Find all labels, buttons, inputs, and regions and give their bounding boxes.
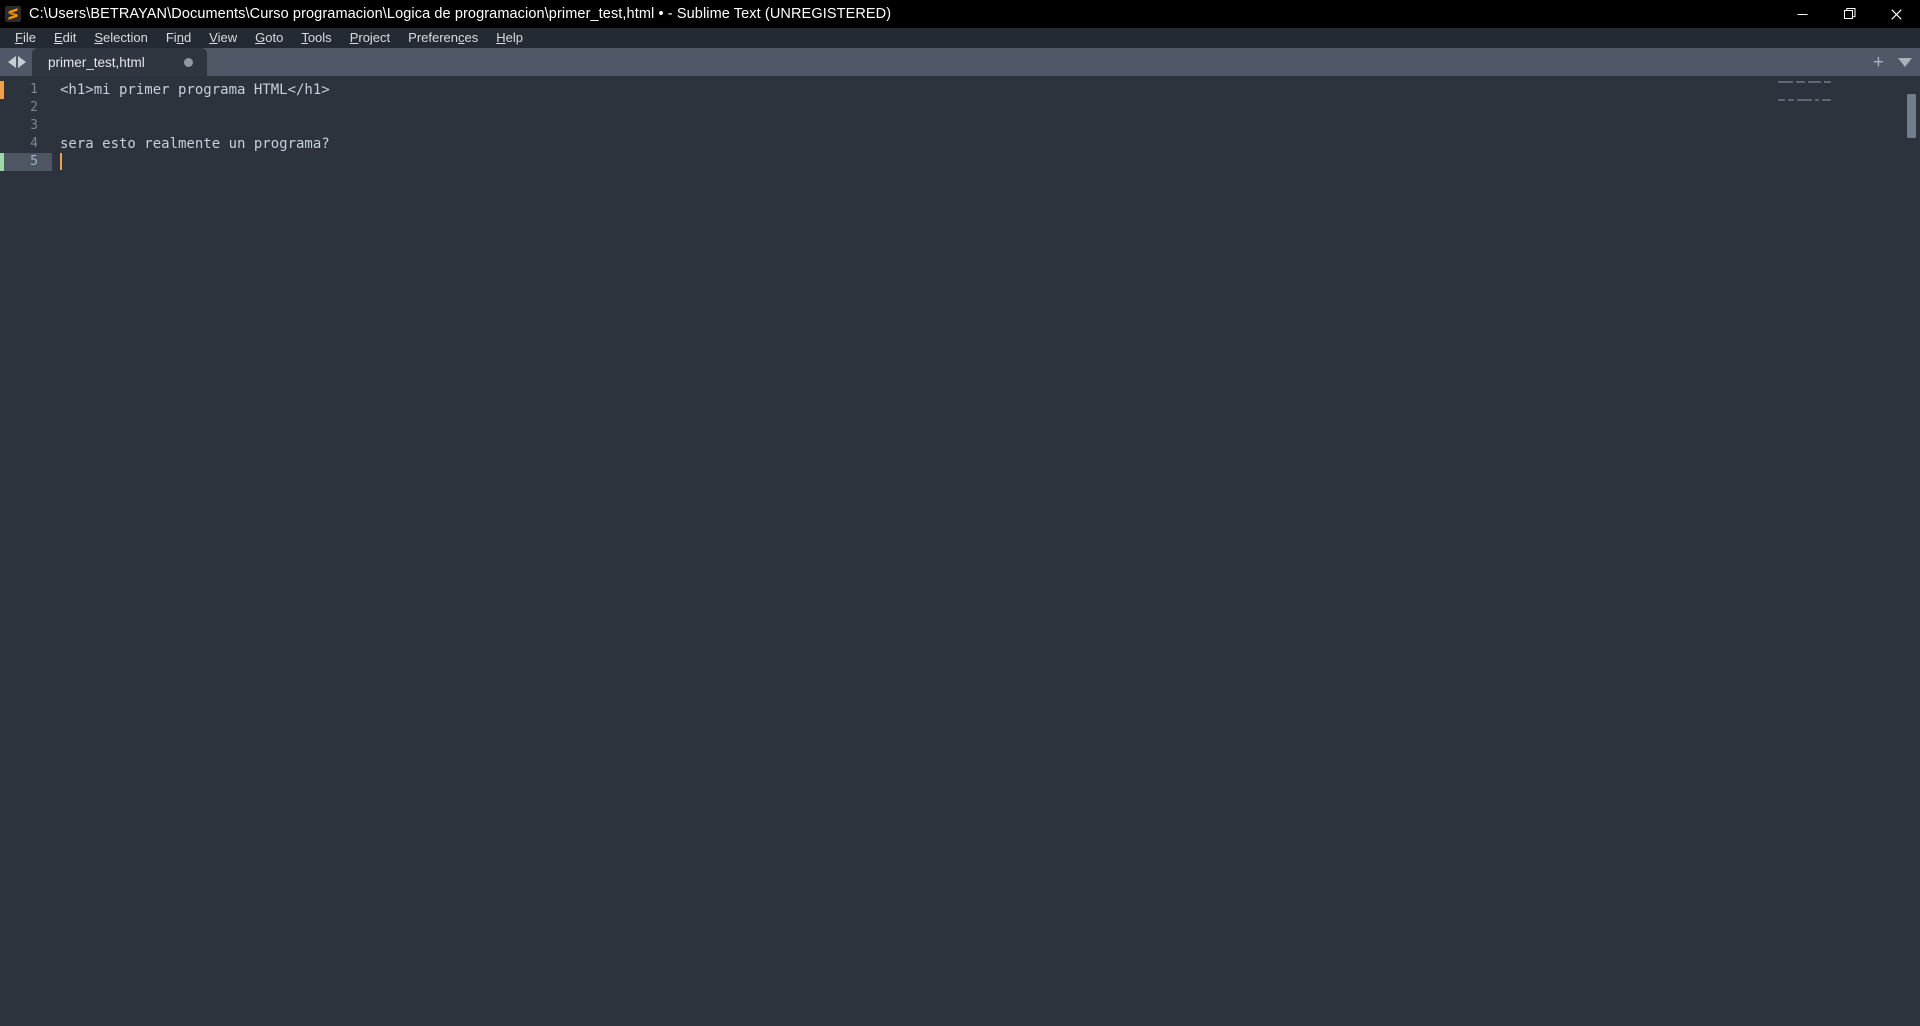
window-title: C:\Users\BETRAYAN\Documents\Curso progra… [29, 6, 892, 22]
code-line-4[interactable]: sera esto realmente un programa? [52, 135, 1770, 153]
menu-item-edit[interactable]: Edit [45, 28, 85, 48]
unsaved-changes-icon[interactable] [184, 57, 193, 67]
arrow-left-icon[interactable] [8, 56, 16, 68]
arrow-right-icon[interactable] [18, 56, 26, 68]
maximize-button[interactable] [1826, 0, 1873, 28]
title-bar: C:\Users\BETRAYAN\Documents\Curso progra… [0, 0, 1920, 28]
minimap-segment [1796, 81, 1805, 83]
minimap-row [1770, 93, 1920, 96]
sublime-text-logo-icon [5, 6, 21, 22]
minimap-segment [1814, 99, 1819, 101]
tab-bar: primer_test,html + [0, 48, 1920, 76]
minimap-segment [1788, 99, 1794, 101]
tab-primer-test-html[interactable]: primer_test,html [32, 48, 207, 76]
minimap-scrollbar[interactable] [1907, 94, 1916, 138]
menu-item-view[interactable]: View [200, 28, 246, 48]
menu-item-preferences[interactable]: Preferences [399, 28, 487, 48]
close-icon [1891, 8, 1902, 20]
line-change-marker [0, 81, 4, 99]
tab-bar-actions: + [1873, 48, 1912, 76]
code-text-area[interactable]: <h1>mi primer programa HTML</h1> sera est… [52, 76, 1770, 1026]
minimize-button[interactable] [1779, 0, 1826, 28]
code-line-5[interactable] [52, 153, 1770, 171]
line-number-1[interactable]: 1 [0, 81, 52, 99]
minimap-segment [1822, 99, 1831, 101]
minimap[interactable] [1770, 76, 1920, 1026]
minimap-segment [1824, 81, 1831, 83]
line-number-2[interactable]: 2 [0, 99, 52, 117]
minimap-segment [1797, 99, 1812, 101]
minimap-segment [1778, 81, 1793, 83]
minimize-icon [1797, 13, 1808, 15]
code-line-3[interactable] [52, 117, 1770, 135]
line-change-marker [0, 153, 4, 171]
minimap-row [1770, 105, 1920, 108]
minimap-row [1770, 99, 1920, 102]
editor-pane: 12345 <h1>mi primer programa HTML</h1> se… [0, 76, 1920, 1026]
menu-item-project[interactable]: Project [341, 28, 399, 48]
line-number-3[interactable]: 3 [0, 117, 52, 135]
minimap-row [1770, 87, 1920, 90]
line-number-5[interactable]: 5 [0, 153, 52, 171]
window-controls [1779, 0, 1920, 28]
line-number-4[interactable]: 4 [0, 135, 52, 153]
code-line-1[interactable]: <h1>mi primer programa HTML</h1> [52, 81, 1770, 99]
code-line-2[interactable] [52, 99, 1770, 117]
minimap-segment [1808, 81, 1821, 83]
line-number-gutter: 12345 [0, 76, 52, 1026]
menu-item-find[interactable]: Find [157, 28, 200, 48]
tab-label: primer_test,html [48, 54, 145, 70]
minimap-segment [1778, 99, 1785, 101]
menu-item-help[interactable]: Help [487, 28, 532, 48]
menu-item-selection[interactable]: Selection [85, 28, 156, 48]
menu-bar: File Edit Selection Find View Goto Tools Projec… [0, 28, 1920, 48]
menu-item-file[interactable]: File [6, 28, 45, 48]
tab-list: primer_test,html [32, 48, 209, 76]
tab-navigation [0, 48, 32, 76]
close-button[interactable] [1873, 0, 1920, 28]
chevron-down-icon[interactable] [1898, 57, 1912, 67]
menu-item-tools[interactable]: Tools [292, 28, 340, 48]
restore-icon [1843, 8, 1855, 19]
menu-item-goto[interactable]: Goto [246, 28, 292, 48]
new-tab-button[interactable]: + [1873, 53, 1884, 72]
minimap-row [1770, 81, 1920, 84]
